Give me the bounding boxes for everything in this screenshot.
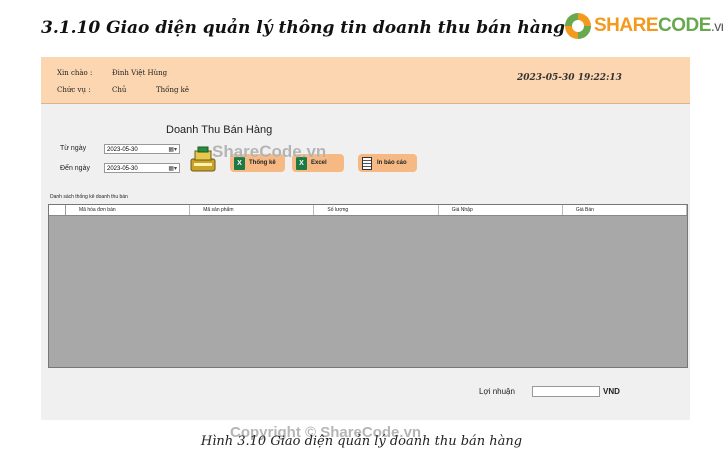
logo-text-share: SHARE <box>594 15 659 36</box>
excel-button[interactable]: X Excel <box>292 154 344 172</box>
currency-unit: VND <box>603 387 620 396</box>
table-header: Mã hóa đơn bán Mã sản phẩm Số lượng Giá … <box>49 205 688 216</box>
sharecode-logo: SHARECODE.vn <box>565 11 723 41</box>
revenue-app-window: Xin chào : Đinh Việt Hùng Chức vụ : Chủ … <box>41 57 690 420</box>
to-date-picker[interactable]: 2023-05-30 ▦▾ <box>104 163 180 173</box>
calendar-dropdown-icon[interactable]: ▦▾ <box>168 145 177 155</box>
report-icon <box>362 156 372 170</box>
column-header[interactable]: Giá Bán <box>563 205 688 215</box>
profit-label: Lợi nhuận <box>479 387 515 396</box>
print-report-button[interactable]: In báo cáo <box>358 154 417 172</box>
section-heading: 3.1.10 Giao diện quản lý thông tin doanh… <box>41 18 566 38</box>
logo-text-code: CODE <box>658 15 711 36</box>
revenue-list-label: Danh sách thống kê doanh thu bán <box>50 194 128 200</box>
column-header[interactable]: Giá Nhập <box>439 205 563 215</box>
to-date-value: 2023-05-30 <box>107 166 138 172</box>
calendar-dropdown-icon[interactable]: ▦▾ <box>168 164 177 174</box>
role-label: Chức vụ : <box>57 86 91 94</box>
figure-caption: Hình 3.10 Giao diện quản lý doanh thu bá… <box>200 434 523 449</box>
from-date-value: 2023-05-30 <box>107 147 138 153</box>
cash-register-icon <box>190 146 216 172</box>
column-header[interactable]: Số lượng <box>314 205 439 215</box>
app-header: Xin chào : Đinh Việt Hùng Chức vụ : Chủ … <box>41 57 690 104</box>
stats-menu-link[interactable]: Thống kê <box>156 86 189 94</box>
print-report-button-label: In báo cáo <box>377 160 407 166</box>
logo-icon <box>565 13 591 39</box>
revenue-table[interactable]: Mã hóa đơn bán Mã sản phẩm Số lượng Giá … <box>48 204 688 368</box>
stats-button-label: Thống kê <box>249 160 276 166</box>
from-date-picker[interactable]: 2023-05-30 ▦▾ <box>104 144 180 154</box>
logo-text-vn: .vn <box>710 18 723 34</box>
excel-icon: X <box>296 156 307 170</box>
role-value: Chủ <box>112 86 127 94</box>
profit-field[interactable] <box>532 386 600 397</box>
column-header[interactable]: Mã hóa đơn bán <box>66 205 191 215</box>
datetime-display: 2023-05-30 19:22:13 <box>517 73 622 83</box>
user-name: Đinh Việt Hùng <box>112 69 168 77</box>
to-date-label: Đến ngày <box>60 165 90 172</box>
from-date-label: Từ ngày <box>60 145 87 152</box>
excel-icon: X <box>234 156 245 170</box>
column-header[interactable]: Mã sản phẩm <box>190 205 315 215</box>
greeting-label: Xin chào : <box>57 69 93 77</box>
excel-button-label: Excel <box>311 160 327 166</box>
page-title: Doanh Thu Bán Hàng <box>166 124 273 136</box>
stats-button[interactable]: X Thống kê <box>230 154 285 172</box>
row-header-cell <box>49 205 66 215</box>
